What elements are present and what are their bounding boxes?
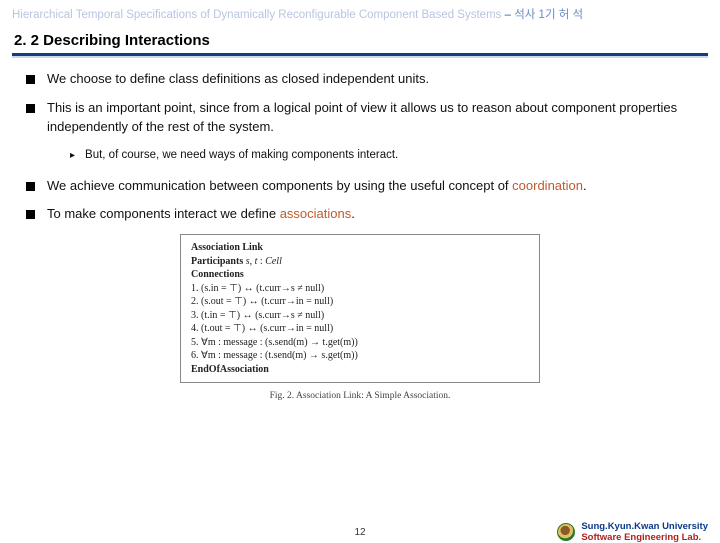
figure-line: 1. (s.in = ⊤) ↔ (t.curr→s ≠ null) (191, 282, 529, 296)
slide-header: Hierarchical Temporal Specifications of … (0, 0, 720, 26)
section-divider (12, 53, 708, 58)
figure-line: 4. (t.out = ⊤) ↔ (s.curr→in = null) (191, 322, 529, 336)
page-number: 12 (354, 527, 365, 538)
figure-line: Connections (191, 268, 529, 282)
highlight-term: coordination (512, 178, 583, 193)
content-area: We choose to define class definitions as… (0, 70, 720, 401)
bullet-item: We achieve communication between compone… (26, 177, 694, 196)
university-logo-icon (557, 523, 575, 541)
figure-line: EndOfAssociation (191, 363, 529, 377)
bullet-text: We achieve communication between compone… (47, 177, 587, 196)
bullet-item: We choose to define class definitions as… (26, 70, 694, 89)
figure-line: 5. ∀m : message : (s.send(m) → t.get(m)) (191, 336, 529, 350)
square-bullet-icon (26, 75, 35, 84)
square-bullet-icon (26, 210, 35, 219)
figure-line: 3. (t.in = ⊤) ↔ (s.curr→s ≠ null) (191, 309, 529, 323)
bullet-text: This is an important point, since from a… (47, 99, 694, 137)
sub-bullet-text: But, of course, we need ways of making c… (85, 147, 398, 163)
header-sep: – (501, 9, 514, 21)
figure-line: Association Link (191, 241, 529, 255)
figure-line: Participants s, t : Cell (191, 255, 529, 269)
lab-name: Software Engineering Lab. (581, 532, 708, 543)
square-bullet-icon (26, 104, 35, 113)
bullet-text: To make components interact we define as… (47, 205, 355, 224)
bullet-text: We choose to define class definitions as… (47, 70, 429, 89)
figure-caption: Fig. 2. Association Link: A Simple Assoc… (26, 391, 694, 401)
triangle-bullet-icon: ▸ (70, 149, 75, 163)
bullet-item: To make components interact we define as… (26, 205, 694, 224)
figure-line: 2. (s.out = ⊤) ↔ (t.curr→in = null) (191, 295, 529, 309)
header-title: Hierarchical Temporal Specifications of … (12, 9, 501, 21)
sub-bullet-item: ▸ But, of course, we need ways of making… (70, 147, 694, 163)
university-name: Sung.Kyun.Kwan University (581, 521, 708, 532)
highlight-term: associations (280, 206, 352, 221)
square-bullet-icon (26, 182, 35, 191)
figure-box: Association Link Participants s, t : Cel… (180, 234, 540, 383)
bullet-item: This is an important point, since from a… (26, 99, 694, 137)
section-title: 2. 2 Describing Interactions (0, 26, 720, 53)
header-suffix: 석사 1기 허 석 (514, 9, 583, 21)
figure-line: 6. ∀m : message : (t.send(m) → s.get(m)) (191, 349, 529, 363)
